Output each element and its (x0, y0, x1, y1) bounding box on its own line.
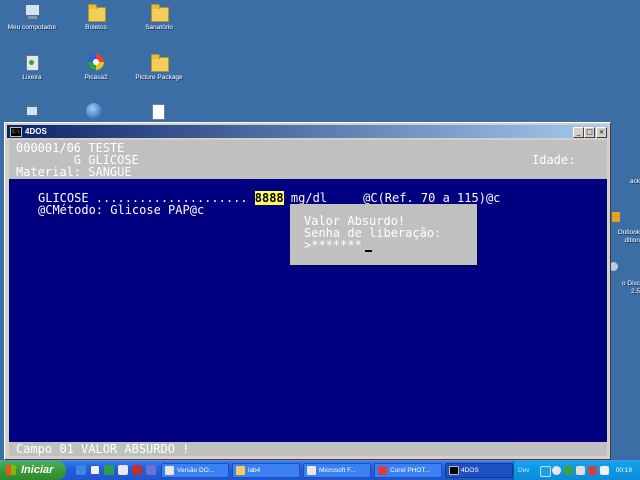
status-message: Campo 01 VALOR ABSURDO ! (16, 442, 190, 456)
quicklaunch-excel-icon[interactable] (104, 465, 114, 475)
desktop-edge-label: ack (629, 178, 640, 185)
tray-icon[interactable] (588, 466, 597, 475)
desktop-edge-label: 2.5 (630, 288, 640, 295)
taskbar-item-active[interactable]: 4DOS (445, 463, 513, 478)
taskbar-item[interactable]: lab4 (232, 463, 300, 478)
taskbar-item-label: 4DOS (461, 467, 479, 474)
tray-icon[interactable] (552, 466, 561, 475)
console-window[interactable]: C:\ 4DOS _ □ × 000001/06 TESTE G GLICOSE… (4, 122, 611, 460)
start-label: Iniciar (21, 464, 54, 476)
close-icon: × (598, 128, 605, 136)
taskbar-item-icon (378, 466, 387, 475)
volume-icon[interactable] (600, 466, 609, 475)
desktop-icon-sanatorio[interactable]: Sanatório (120, 2, 198, 32)
minimize-icon: _ (576, 128, 581, 136)
tray-label: Dev (518, 467, 530, 474)
quicklaunch-app-icon[interactable] (146, 465, 156, 475)
taskbar-item[interactable]: Corel PHOT... (374, 463, 442, 478)
quicklaunch-word-icon[interactable] (90, 465, 100, 475)
desktop-icon-label: Picture Package (135, 74, 183, 81)
folder-icon (86, 2, 106, 22)
globe-icon[interactable] (86, 103, 102, 119)
taskbar-item-label: lab4 (248, 467, 261, 474)
taskbar-item-icon (165, 466, 174, 475)
clock[interactable]: 00:19 (616, 461, 632, 480)
desktop-icon-label: Sanatório (145, 24, 173, 31)
taskbar-item-icon (307, 466, 316, 475)
title-bar[interactable]: C:\ 4DOS _ □ × (7, 125, 608, 138)
folder-icon (149, 2, 169, 22)
desktop-icon-picture-package[interactable]: Picture Package (120, 52, 198, 82)
taskbar-item-label: Corel PHOT... (390, 467, 431, 474)
desktop-edge-label: Outlook (617, 229, 640, 236)
taskbar-item-label: Versão DO... (177, 467, 215, 474)
taskbar-item[interactable]: Microsoft F... (303, 463, 371, 478)
absurd-value-dialog: Valor Absurdo! Senha de liberação: >****… (290, 204, 477, 265)
desktop-edge-label: o Disc (621, 280, 640, 287)
method-line: @CMétodo: Glicose PAP@c (38, 203, 205, 217)
desktop-edge-label: dition (624, 237, 640, 244)
computer-icon (22, 2, 42, 22)
quicklaunch-app-icon[interactable] (118, 465, 128, 475)
text-cursor (364, 250, 372, 252)
console-app-icon (449, 466, 459, 475)
tray-icon[interactable] (564, 466, 573, 475)
picasa-icon (86, 52, 106, 72)
folder-icon (236, 466, 245, 475)
quicklaunch-ie-icon[interactable] (76, 465, 86, 475)
console-app-icon[interactable]: C:\ (10, 127, 22, 137)
result-suffix: mg/dl @C(Ref. 70 a 115)@c (290, 191, 501, 205)
taskbar-item[interactable]: Versão DO... (161, 463, 229, 478)
taskbar-item-label: Microsoft F... (319, 467, 356, 474)
quicklaunch-app-icon[interactable] (132, 465, 142, 475)
password-value: >******* (304, 238, 362, 252)
tray-icon[interactable] (576, 466, 585, 475)
material-line: Material: SANGUE (16, 165, 132, 179)
minimize-button[interactable]: _ (573, 127, 584, 138)
recycle-bin-icon (22, 52, 42, 72)
password-input[interactable]: >******* (304, 239, 372, 252)
maximize-button[interactable]: □ (584, 127, 595, 138)
close-button[interactable]: × (596, 127, 607, 138)
result-value[interactable]: 8888 (254, 191, 284, 205)
window-title: 4DOS (25, 127, 47, 136)
maximize-icon: □ (586, 128, 593, 136)
console-screen[interactable]: 000001/06 TESTE G GLICOSE Idade: Materia… (9, 140, 607, 456)
folder-icon (149, 52, 169, 72)
tray-icon[interactable] (540, 466, 551, 477)
system-tray: Dev 00:19 (513, 461, 640, 480)
start-button[interactable]: Iniciar (0, 461, 66, 480)
document-icon[interactable] (152, 104, 165, 120)
outlook-icon[interactable] (612, 212, 620, 222)
network-icon[interactable] (24, 104, 38, 118)
taskbar: Iniciar Versão DO... lab4 Microsoft F...… (0, 460, 640, 480)
windows-logo-icon (6, 465, 16, 475)
idade-label: Idade: (532, 153, 576, 167)
